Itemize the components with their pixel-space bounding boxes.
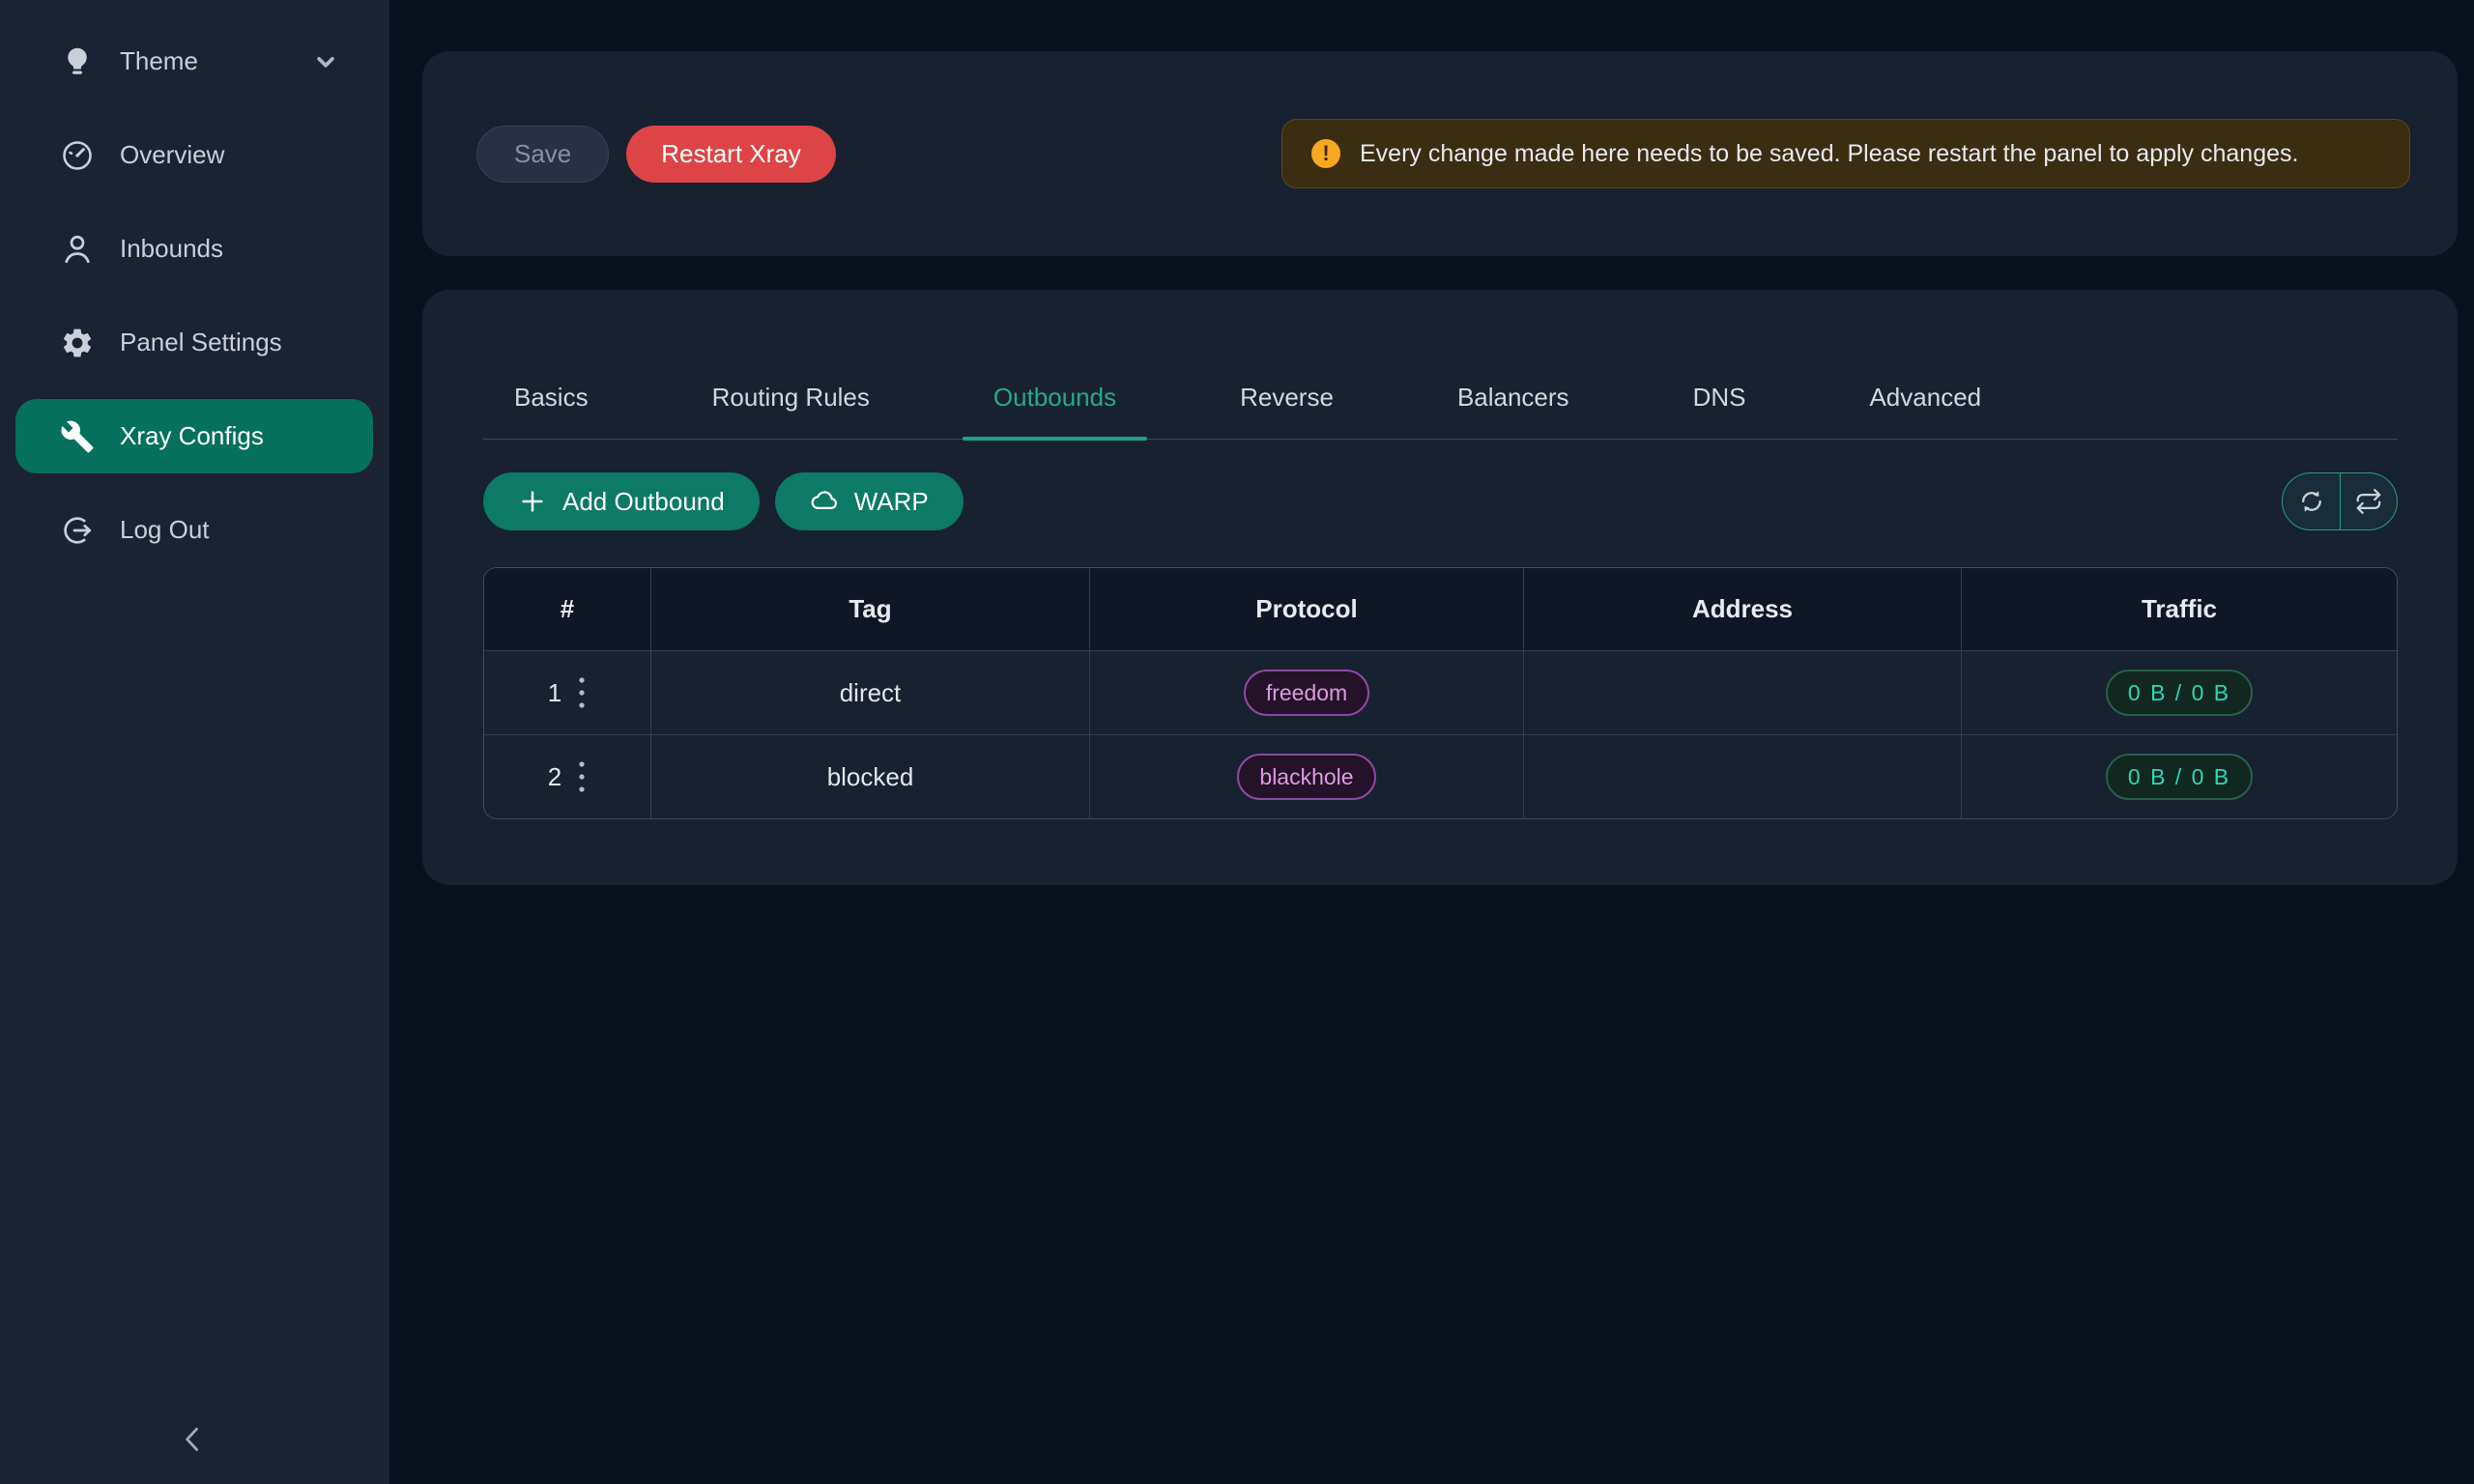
warning-icon: ! — [1311, 139, 1340, 168]
refresh-button-group — [2282, 472, 2398, 530]
add-outbound-label: Add Outbound — [562, 487, 725, 517]
protocol-cell: freedom — [1090, 650, 1524, 734]
table-row: 2 blocked blackhole — [484, 734, 2397, 818]
gear-icon — [60, 326, 95, 360]
table-row: 1 direct freedom — [484, 650, 2397, 734]
sidebar-collapse-button[interactable] — [170, 1416, 216, 1463]
tag-cell: blocked — [651, 734, 1090, 818]
protocol-badge: blackhole — [1237, 754, 1375, 800]
refresh-icon — [2297, 487, 2326, 516]
tab-routing-rules[interactable]: Routing Rules — [681, 383, 901, 439]
table-header-row: # Tag Protocol Address Traffic — [484, 568, 2397, 650]
tag-cell: direct — [651, 650, 1090, 734]
user-icon — [60, 232, 95, 267]
lightbulb-icon — [60, 44, 95, 79]
chevron-down-icon — [311, 47, 340, 76]
row-index: 2 — [548, 762, 561, 792]
restart-xray-button[interactable]: Restart Xray — [626, 126, 836, 183]
outbounds-actions-row: Add Outbound WARP — [483, 472, 2398, 530]
traffic-badge: 0 B / 0 B — [2106, 670, 2253, 716]
column-header-protocol: Protocol — [1090, 568, 1524, 650]
sidebar: Theme Overview — [0, 0, 389, 1484]
sidebar-item-label: Overview — [120, 140, 224, 170]
warp-button[interactable]: WARP — [775, 472, 964, 530]
wrench-icon — [60, 419, 95, 454]
traffic-cell: 0 B / 0 B — [1962, 734, 2397, 818]
address-cell — [1524, 734, 1962, 818]
logout-icon — [60, 513, 95, 548]
save-button[interactable]: Save — [476, 126, 609, 183]
cloud-icon — [810, 487, 839, 516]
sidebar-item-log-out[interactable]: Log Out — [15, 493, 373, 567]
row-menu-kebab-icon[interactable] — [577, 759, 587, 794]
alert-text: Every change made here needs to be saved… — [1360, 134, 2298, 173]
restart-outbounds-traffic-button[interactable] — [2340, 473, 2397, 529]
unsaved-changes-alert: ! Every change made here needs to be sav… — [1281, 119, 2410, 188]
column-header-traffic: Traffic — [1962, 568, 2397, 650]
tab-basics[interactable]: Basics — [483, 383, 619, 439]
row-index: 1 — [548, 678, 561, 708]
chevron-left-icon — [177, 1422, 210, 1458]
repeat-icon — [2354, 487, 2383, 516]
protocol-cell: blackhole — [1090, 734, 1524, 818]
row-menu-kebab-icon[interactable] — [577, 675, 587, 710]
sidebar-item-label: Xray Configs — [120, 421, 264, 451]
protocol-badge: freedom — [1244, 670, 1369, 716]
sidebar-item-theme[interactable]: Theme — [15, 24, 373, 99]
traffic-badge: 0 B / 0 B — [2106, 754, 2253, 800]
sidebar-item-label: Log Out — [120, 515, 210, 545]
main-content: Save Restart Xray ! Every change made he… — [389, 0, 2474, 1484]
refresh-button[interactable] — [2283, 473, 2340, 529]
sidebar-item-label: Theme — [120, 46, 198, 76]
sidebar-item-panel-settings[interactable]: Panel Settings — [15, 305, 373, 380]
tab-advanced[interactable]: Advanced — [1838, 383, 2012, 439]
traffic-cell: 0 B / 0 B — [1962, 650, 2397, 734]
tab-outbounds[interactable]: Outbounds — [963, 383, 1147, 439]
tab-balancers[interactable]: Balancers — [1426, 383, 1600, 439]
tab-dns[interactable]: DNS — [1662, 383, 1777, 439]
sidebar-item-xray-configs[interactable]: Xray Configs — [15, 399, 373, 473]
plus-icon — [518, 487, 547, 516]
sidebar-item-label: Inbounds — [120, 234, 223, 264]
column-header-address: Address — [1524, 568, 1962, 650]
dashboard-icon — [60, 138, 95, 173]
add-outbound-button[interactable]: Add Outbound — [483, 472, 760, 530]
outbounds-table: # Tag Protocol Address Traffic 1 — [483, 567, 2398, 819]
toolbar-card: Save Restart Xray ! Every change made he… — [422, 51, 2458, 256]
address-cell — [1524, 650, 1962, 734]
column-header-index: # — [484, 568, 651, 650]
config-tabs: Basics Routing Rules Outbounds Reverse B… — [483, 383, 2398, 440]
warp-label: WARP — [854, 487, 929, 517]
tab-reverse[interactable]: Reverse — [1209, 383, 1365, 439]
sidebar-item-overview[interactable]: Overview — [15, 118, 373, 192]
sidebar-item-label: Panel Settings — [120, 328, 282, 357]
column-header-tag: Tag — [651, 568, 1090, 650]
xray-config-card: Basics Routing Rules Outbounds Reverse B… — [422, 290, 2458, 885]
sidebar-item-inbounds[interactable]: Inbounds — [15, 212, 373, 286]
app-window: Theme Overview — [0, 0, 2474, 1484]
